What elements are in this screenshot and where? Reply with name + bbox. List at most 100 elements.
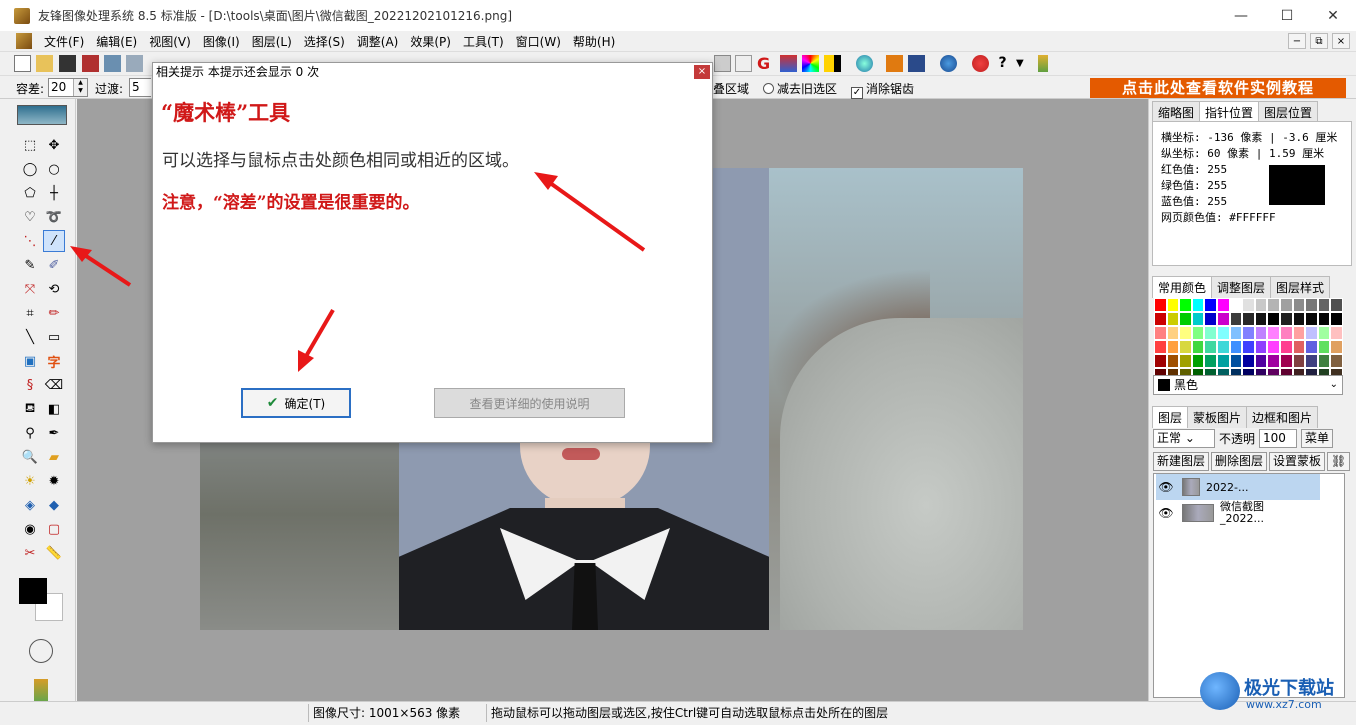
menu-image[interactable]: 图像(I) <box>197 33 246 50</box>
color-swatch[interactable] <box>1229 340 1243 354</box>
color-swatch[interactable] <box>1204 298 1217 312</box>
color-swatch[interactable] <box>1267 326 1280 340</box>
set-mask-button[interactable]: 设置蒙板 <box>1269 452 1326 471</box>
color-swatch[interactable] <box>1254 340 1268 354</box>
curve-icon[interactable]: § <box>19 374 41 396</box>
lasso-icon[interactable]: ♡ <box>19 206 41 228</box>
color-swatch[interactable] <box>1279 354 1293 368</box>
color-swatch[interactable] <box>1154 298 1167 312</box>
menu-window[interactable]: 窗口(W) <box>510 33 567 50</box>
color-swatch[interactable] <box>1330 326 1343 340</box>
layer-row[interactable]: 👁 微信截图 _2022... <box>1156 500 1320 526</box>
document-icon[interactable] <box>735 55 752 72</box>
color-swatch[interactable] <box>1317 354 1331 368</box>
color-swatch[interactable] <box>1179 354 1192 368</box>
color-swatch[interactable] <box>1166 354 1180 368</box>
spinner-arrows-icon[interactable]: ▲ ▼ <box>73 79 87 96</box>
color-swatch[interactable] <box>1330 354 1343 368</box>
brush-select-icon[interactable]: ✎ <box>19 254 41 276</box>
color-swatch[interactable] <box>1330 340 1343 354</box>
new-layer-button[interactable]: 新建图层 <box>1153 452 1210 471</box>
opacity-input[interactable]: 100 <box>1259 429 1298 448</box>
sponge-icon[interactable]: ◈ <box>19 494 41 516</box>
layer-menu-button[interactable]: 菜单 <box>1301 429 1334 448</box>
tab-adjust-layer[interactable]: 调整图层 <box>1211 276 1272 298</box>
color-select[interactable]: 黑色 ⌄ <box>1153 375 1343 395</box>
color-swatch[interactable] <box>1267 312 1280 326</box>
doc-close-button[interactable]: × <box>1332 33 1350 49</box>
color-swatch[interactable] <box>1305 340 1318 354</box>
tab-thumbnail[interactable]: 缩略图 <box>1152 101 1201 123</box>
close-button[interactable]: ✕ <box>1310 0 1356 31</box>
color-swatch[interactable] <box>1179 298 1192 312</box>
color-palette[interactable] <box>1154 298 1344 382</box>
rectangle-icon[interactable]: ▭ <box>43 326 65 348</box>
save-icon[interactable] <box>59 55 76 72</box>
save-as-icon[interactable] <box>82 55 99 72</box>
color-swatch[interactable] <box>1179 340 1192 354</box>
color-swatch[interactable] <box>1166 312 1180 326</box>
text-icon[interactable]: 字 <box>43 350 65 372</box>
menu-layer[interactable]: 图层(L) <box>246 33 298 50</box>
color-swatch[interactable] <box>1242 354 1255 368</box>
tolerance-spinner[interactable]: 20 ▲ ▼ <box>48 78 88 97</box>
color-swatch[interactable] <box>1179 312 1192 326</box>
color-swatch[interactable] <box>1154 326 1167 340</box>
red-eye-icon[interactable]: ◉ <box>19 518 41 540</box>
line-icon[interactable]: ╲ <box>19 326 41 348</box>
tab-layer-position[interactable]: 图层位置 <box>1258 101 1319 123</box>
web-icon[interactable] <box>940 55 957 72</box>
color-swatch[interactable] <box>1242 340 1255 354</box>
film-icon[interactable] <box>908 55 925 72</box>
color-swatch[interactable] <box>1242 312 1255 326</box>
color-swatch[interactable] <box>1292 354 1306 368</box>
transition-input[interactable]: 5 <box>129 78 151 97</box>
dropdown-arrow-icon[interactable]: ▼ <box>1016 55 1033 72</box>
color-swatch[interactable] <box>1279 326 1293 340</box>
dialog-close-icon[interactable]: × <box>694 65 710 79</box>
foreground-color-swatch[interactable] <box>19 578 47 604</box>
more-info-button[interactable]: 查看更详细的使用说明 <box>434 388 625 418</box>
color-swatch[interactable] <box>1305 326 1318 340</box>
color-swatch[interactable] <box>1317 298 1331 312</box>
color-swatch[interactable] <box>1317 312 1331 326</box>
new-file-icon[interactable] <box>14 55 31 72</box>
eraser-icon[interactable]: ⌫ <box>43 374 65 396</box>
color-swatch[interactable] <box>1154 354 1167 368</box>
color-swatch[interactable] <box>1279 340 1293 354</box>
print-icon[interactable] <box>104 55 121 72</box>
ok-button[interactable]: ✔ 确定(T) <box>241 388 351 418</box>
color-swatch[interactable] <box>1204 340 1217 354</box>
color-swatch[interactable] <box>1267 354 1280 368</box>
eyedropper-icon[interactable]: ⚲ <box>19 422 41 444</box>
subtract-selection-option[interactable]: 减去旧选区 <box>763 80 837 97</box>
color-swatch[interactable] <box>1305 354 1318 368</box>
chevron-down-icon[interactable]: ⌄ <box>1330 376 1338 394</box>
maximize-button[interactable]: ☐ <box>1264 0 1310 31</box>
tab-mask-image[interactable]: 蒙板图片 <box>1187 406 1248 428</box>
color-adjust-icon[interactable] <box>780 55 797 72</box>
polygon-select-icon[interactable]: ⬠ <box>19 182 41 204</box>
color-swatch[interactable] <box>1179 326 1192 340</box>
crop-icon[interactable]: ⌗ <box>19 302 41 324</box>
smart-lasso-icon[interactable]: ➰ <box>43 206 65 228</box>
tab-layers[interactable]: 图层 <box>1152 406 1189 428</box>
color-swatch[interactable] <box>1154 340 1167 354</box>
darken-icon[interactable]: ✹ <box>43 470 65 492</box>
measure-icon[interactable]: 📏 <box>43 542 65 564</box>
checkbox-checked-icon[interactable]: ✓ <box>851 87 863 99</box>
crosshair-icon[interactable]: ┼ <box>43 182 65 204</box>
brighten-icon[interactable]: ☀ <box>19 470 41 492</box>
color-swatch[interactable] <box>1216 340 1230 354</box>
fill-bucket-icon[interactable]: ⛾ <box>19 398 41 420</box>
help-icon[interactable]: ? <box>994 55 1011 72</box>
color-swatch[interactable] <box>1154 312 1167 326</box>
heart-icon[interactable] <box>972 55 989 72</box>
color-swatch[interactable] <box>1216 298 1230 312</box>
highlighter-icon[interactable]: ▰ <box>43 446 65 468</box>
radio-icon[interactable] <box>763 83 774 94</box>
scan-icon[interactable] <box>126 55 143 72</box>
open-folder-icon[interactable] <box>36 55 53 72</box>
tab-pointer-position[interactable]: 指针位置 <box>1199 101 1260 123</box>
color-swatch[interactable] <box>1242 326 1255 340</box>
